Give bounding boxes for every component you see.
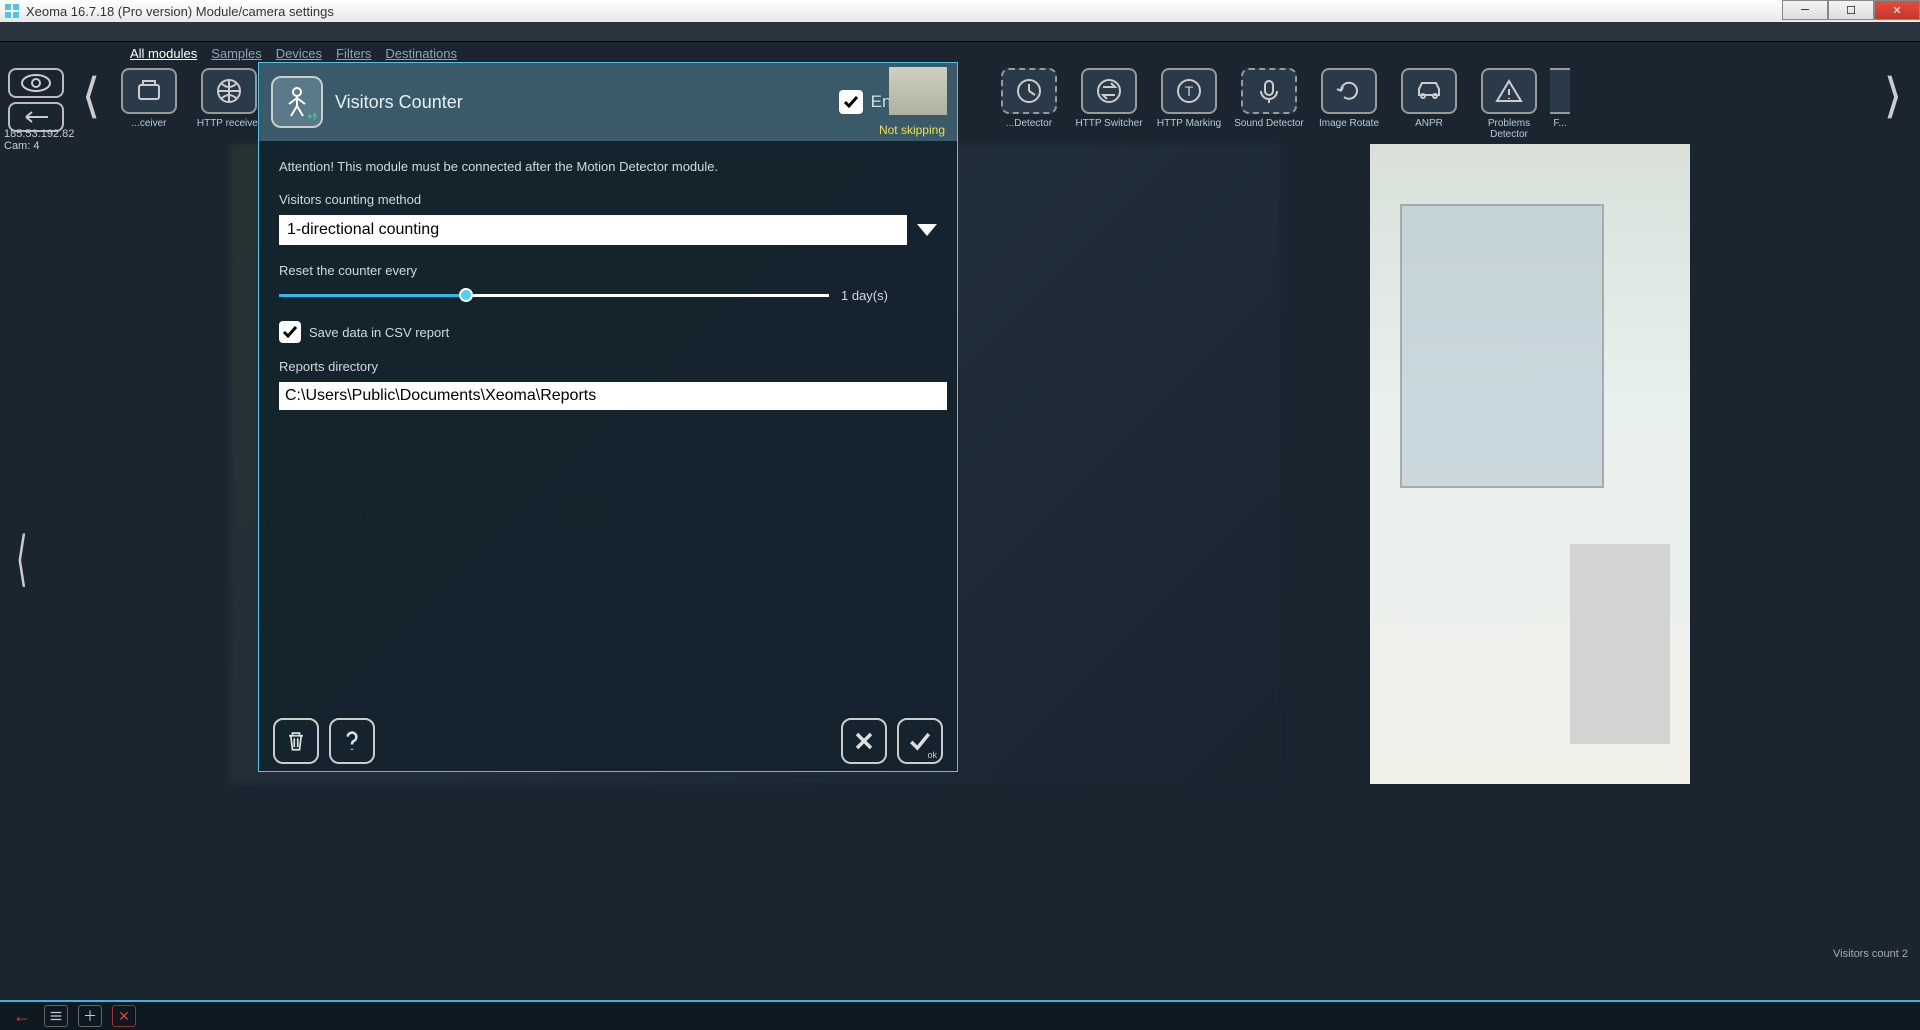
dialog-body: Attention! This module must be connected… bbox=[259, 141, 957, 711]
status-delete-button[interactable]: ✕ bbox=[112, 1005, 136, 1027]
left-controls bbox=[8, 68, 64, 132]
status-back-button[interactable]: ← bbox=[10, 1005, 34, 1027]
list-icon bbox=[49, 1009, 63, 1023]
globe-icon bbox=[213, 75, 245, 107]
enabled-checkbox[interactable] bbox=[839, 90, 863, 114]
module-http-marking[interactable]: T HTTP Marking bbox=[1150, 68, 1228, 140]
csv-checkbox[interactable] bbox=[279, 321, 301, 343]
titlebar: Xeoma 16.7.18 (Pro version) Module/camer… bbox=[0, 0, 1920, 22]
module-detector[interactable]: ...Detector bbox=[990, 68, 1068, 140]
reports-dir-label: Reports directory bbox=[279, 359, 937, 374]
question-icon bbox=[338, 727, 366, 755]
dialog-header: +N Visitors Counter Enabled Not skipping bbox=[259, 63, 957, 141]
eye-icon bbox=[20, 67, 52, 99]
module-partial[interactable]: F... bbox=[1550, 68, 1570, 140]
help-button[interactable] bbox=[329, 718, 375, 764]
clock-icon bbox=[1013, 75, 1045, 107]
svg-text:+N: +N bbox=[307, 112, 317, 122]
car-icon bbox=[1413, 75, 1445, 107]
module-receiver[interactable]: ...ceiver bbox=[110, 68, 188, 140]
browser-tabstrip bbox=[0, 22, 1920, 42]
close-icon bbox=[850, 727, 878, 755]
module-problems-detector[interactable]: Problems Detector bbox=[1470, 68, 1548, 140]
cancel-button[interactable] bbox=[841, 718, 887, 764]
counting-method-row: 1-directional counting bbox=[279, 215, 937, 245]
rotate-icon bbox=[1333, 75, 1365, 107]
visitors-counter-icon: +N bbox=[271, 76, 323, 128]
module-http-switcher[interactable]: HTTP Switcher bbox=[1070, 68, 1148, 140]
status-list-button[interactable] bbox=[44, 1005, 68, 1027]
modules-next[interactable]: ⟩ bbox=[1878, 68, 1908, 124]
menu-all-modules[interactable]: All modules bbox=[130, 46, 197, 61]
module-http-receiver[interactable]: HTTP receiver bbox=[190, 68, 268, 140]
camera-info: 185.53.192.82 Cam: 4 bbox=[4, 128, 74, 152]
slider-thumb[interactable] bbox=[459, 288, 473, 302]
module-anpr[interactable]: ANPR bbox=[1390, 68, 1468, 140]
skip-status: Not skipping bbox=[879, 123, 945, 137]
csv-label: Save data in CSV report bbox=[309, 325, 449, 340]
receiver-icon bbox=[133, 75, 165, 107]
trash-icon bbox=[282, 727, 310, 755]
module-sound-detector[interactable]: Sound Detector bbox=[1230, 68, 1308, 140]
delete-button[interactable] bbox=[273, 718, 319, 764]
menu-filters[interactable]: Filters bbox=[336, 46, 371, 61]
menu-devices[interactable]: Devices bbox=[276, 46, 322, 61]
modules-prev[interactable]: ⟨ bbox=[76, 68, 106, 124]
counting-method-select[interactable]: 1-directional counting bbox=[279, 215, 907, 245]
statusbar: ← ＋ ✕ bbox=[0, 1000, 1920, 1030]
svg-text:T: T bbox=[1185, 83, 1194, 99]
dialog-title: Visitors Counter bbox=[335, 92, 839, 113]
view-button[interactable] bbox=[8, 68, 64, 98]
minimize-button[interactable]: ─ bbox=[1782, 0, 1828, 20]
alert-icon bbox=[1493, 75, 1525, 107]
menubar: All modules Samples Devices Filters Dest… bbox=[0, 42, 1920, 64]
maximize-button[interactable]: ☐ bbox=[1828, 0, 1874, 20]
menu-destinations[interactable]: Destinations bbox=[385, 46, 457, 61]
mic-icon bbox=[1253, 75, 1285, 107]
switch-icon bbox=[1093, 75, 1125, 107]
reset-value: 1 day(s) bbox=[841, 288, 888, 303]
counting-method-label: Visitors counting method bbox=[279, 192, 937, 207]
marking-icon: T bbox=[1173, 75, 1205, 107]
ok-label: ok bbox=[927, 750, 937, 760]
ok-button[interactable]: ok bbox=[897, 718, 943, 764]
status-add-button[interactable]: ＋ bbox=[78, 1005, 102, 1027]
prev-camera[interactable]: ⟨ bbox=[16, 524, 28, 594]
check-icon bbox=[842, 93, 860, 111]
attention-text: Attention! This module must be connected… bbox=[279, 159, 937, 174]
window-title: Xeoma 16.7.18 (Pro version) Module/camer… bbox=[26, 4, 334, 19]
visitor-count-overlay: Visitors count 2 bbox=[1833, 948, 1908, 960]
module-image-rotate[interactable]: Image Rotate bbox=[1310, 68, 1388, 140]
window-controls: ─ ☐ ✕ bbox=[1782, 0, 1920, 20]
reports-dir-input[interactable] bbox=[279, 382, 947, 410]
camera-preview-right bbox=[1370, 144, 1690, 784]
reset-slider-row: 1 day(s) bbox=[279, 288, 937, 303]
camera-number: Cam: 4 bbox=[4, 140, 74, 152]
close-button[interactable]: ✕ bbox=[1874, 0, 1920, 20]
dialog-footer: ok bbox=[259, 711, 957, 771]
reset-slider[interactable] bbox=[279, 294, 829, 297]
camera-thumbnail bbox=[889, 67, 947, 115]
menu-samples[interactable]: Samples bbox=[211, 46, 262, 61]
reset-label: Reset the counter every bbox=[279, 263, 937, 278]
csv-row: Save data in CSV report bbox=[279, 321, 937, 343]
slider-fill bbox=[279, 294, 466, 297]
visitors-counter-dialog: +N Visitors Counter Enabled Not skipping… bbox=[258, 62, 958, 772]
camera-ip: 185.53.192.82 bbox=[4, 128, 74, 140]
dropdown-caret-icon[interactable] bbox=[917, 224, 937, 236]
check-icon bbox=[281, 323, 299, 341]
app-icon bbox=[4, 3, 20, 19]
